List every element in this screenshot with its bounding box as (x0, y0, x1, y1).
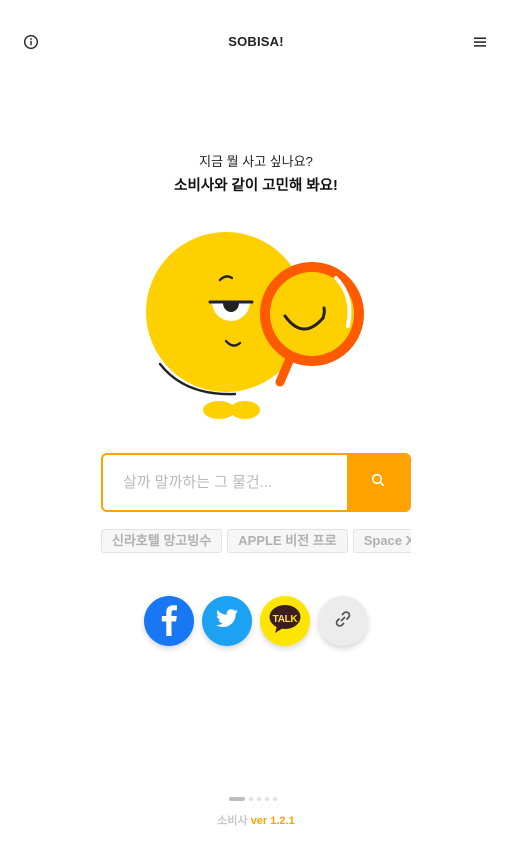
search-input[interactable] (103, 455, 347, 510)
link-icon (333, 609, 353, 634)
twitter-share-button[interactable] (202, 596, 252, 646)
app-version: 소비사 ver 1.2.1 (0, 812, 512, 828)
twitter-icon (215, 608, 239, 634)
search-box (101, 453, 411, 512)
share-buttons: TALK (144, 596, 368, 646)
version-number: ver 1.2.1 (250, 815, 295, 827)
page-dot[interactable] (273, 797, 277, 801)
facebook-icon (144, 594, 194, 649)
page-indicator (229, 797, 277, 801)
footer-app-name: 소비사 (217, 815, 248, 827)
app-title: SOBISA! (228, 34, 284, 49)
hero-subtitle: 지금 뭘 사고 싶나요? (199, 154, 313, 169)
page-dot[interactable] (265, 797, 269, 801)
suggestion-chips: 신라호텔 망고빙수APPLE 비전 프로Space X 화 (101, 529, 411, 553)
page-dot-active[interactable] (229, 797, 245, 801)
mascot-illustration (140, 226, 372, 422)
kakaotalk-label: TALK (272, 614, 298, 625)
top-bar: SOBISA! (0, 0, 512, 84)
page-dot[interactable] (249, 797, 253, 801)
kakaotalk-share-button[interactable]: TALK (260, 596, 310, 646)
facebook-share-button[interactable] (144, 596, 194, 646)
suggestion-chip[interactable]: 신라호텔 망고빙수 (101, 529, 223, 553)
suggestion-chip[interactable]: APPLE 비전 프로 (227, 529, 348, 553)
hero-title: 소비사와 같이 고민해 봐요! (174, 178, 338, 194)
copy-link-button[interactable] (318, 596, 368, 646)
search-button[interactable] (347, 455, 409, 510)
page-dot[interactable] (257, 797, 261, 801)
search-icon (371, 473, 385, 492)
hamburger-menu-icon[interactable] (473, 35, 487, 49)
suggestion-chip[interactable]: Space X 화 (352, 529, 411, 553)
hero-text: 지금 뭘 사고 싶나요? 소비사와 같이 고민해 봐요! (0, 153, 512, 197)
